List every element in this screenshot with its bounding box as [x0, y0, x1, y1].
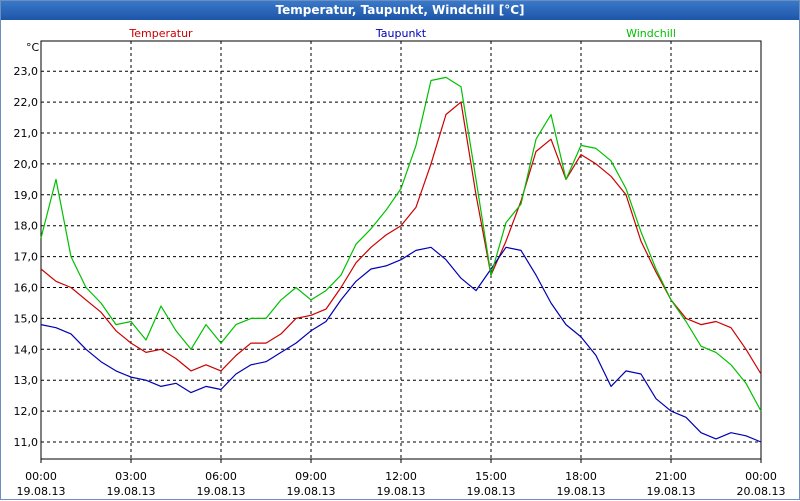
- y-tick-label: 23,0: [14, 65, 39, 78]
- legend-entry-temperatur: Temperatur: [128, 27, 193, 40]
- y-tick-label: 16,0: [14, 282, 39, 295]
- x-tick-date: 19.08.13: [17, 485, 66, 498]
- x-tick-time: 00:00: [25, 470, 57, 483]
- chart-window: Temperatur, Taupunkt, Windchill [°C] 11,…: [0, 0, 800, 500]
- y-tick-label: 15,0: [14, 312, 39, 325]
- x-tick-date: 19.08.13: [647, 485, 696, 498]
- y-tick-label: 18,0: [14, 220, 39, 233]
- x-tick-date: 19.08.13: [467, 485, 516, 498]
- y-tick-label: 12,0: [14, 405, 39, 418]
- x-tick-date: 19.08.13: [197, 485, 246, 498]
- legend: Temperatur Taupunkt Windchill: [128, 27, 676, 40]
- y-tick-label: 11,0: [14, 436, 39, 449]
- y-tick-label: 21,0: [14, 127, 39, 140]
- x-tick-date: 19.08.13: [377, 485, 426, 498]
- axes: 11,0 12,0 13,0 14,0 15,0 16,0 17,0 18,0 19,0 20,0…: [14, 40, 786, 498]
- chart-canvas: 11,0 12,0 13,0 14,0 15,0 16,0 17,0 18,0 19,0 20,0…: [14, 27, 786, 498]
- y-tick-label: 14,0: [14, 343, 39, 356]
- x-tick-time: 18:00: [565, 470, 597, 483]
- y-axis-label: °C: [26, 41, 40, 54]
- legend-entry-taupunkt: Taupunkt: [375, 27, 427, 40]
- x-tick-time: 12:00: [385, 470, 417, 483]
- y-tick-label: 19,0: [14, 189, 39, 202]
- x-tick-time: 00:00: [745, 470, 777, 483]
- legend-entry-windchill: Windchill: [626, 27, 676, 40]
- x-tick-date: 20.08.13: [737, 485, 786, 498]
- x-tick-time: 15:00: [475, 470, 507, 483]
- y-tick-label: 17,0: [14, 251, 39, 264]
- x-tick-date: 19.08.13: [287, 485, 336, 498]
- y-tick-label: 13,0: [14, 374, 39, 387]
- x-tick-time: 03:00: [115, 470, 147, 483]
- x-tick-date: 19.08.13: [107, 485, 156, 498]
- y-tick-label: 22,0: [14, 96, 39, 109]
- x-tick-time: 21:00: [655, 470, 687, 483]
- x-tick-time: 06:00: [205, 470, 237, 483]
- grid: [41, 41, 761, 459]
- y-tick-label: 20,0: [14, 158, 39, 171]
- x-tick-time: 09:00: [295, 470, 327, 483]
- x-tick-date: 19.08.13: [557, 485, 606, 498]
